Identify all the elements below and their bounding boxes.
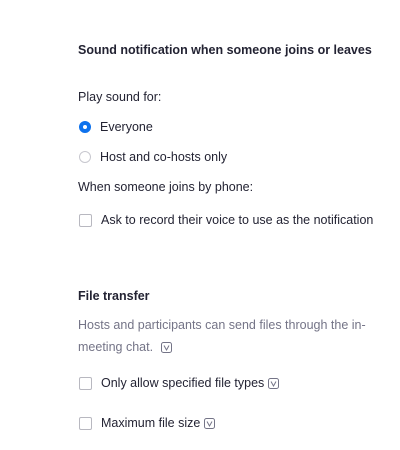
radio-option-everyone[interactable]: Everyone bbox=[79, 120, 153, 134]
file-transfer-description-line1: Hosts and participants can send files th… bbox=[78, 318, 366, 332]
file-transfer-title: File transfer bbox=[78, 289, 150, 303]
max-file-size-checkbox[interactable] bbox=[79, 416, 92, 430]
only-specified-types-checkbox[interactable] bbox=[79, 376, 92, 390]
file-transfer-description-line2-row: meeting chat. bbox=[78, 336, 398, 358]
max-file-size-label: Maximum file size bbox=[101, 416, 201, 430]
play-sound-label: Play sound for: bbox=[78, 90, 162, 104]
radio-option-host-cohosts[interactable]: Host and co-hosts only bbox=[79, 150, 227, 164]
only-specified-types-label: Only allow specified file types bbox=[101, 376, 265, 390]
max-file-size-option[interactable]: Maximum file size bbox=[79, 416, 216, 430]
info-icon[interactable] bbox=[268, 377, 280, 389]
radio-host-cohosts-label: Host and co-hosts only bbox=[100, 150, 228, 164]
radio-everyone[interactable] bbox=[79, 121, 91, 133]
info-icon[interactable] bbox=[204, 417, 216, 429]
info-icon[interactable] bbox=[160, 342, 172, 353]
radio-host-cohosts[interactable] bbox=[79, 151, 91, 163]
file-transfer-description-line2: meeting chat. bbox=[78, 340, 154, 354]
phone-join-label: When someone joins by phone: bbox=[78, 180, 254, 194]
sound-notification-title: Sound notification when someone joins or… bbox=[78, 43, 372, 57]
record-voice-checkbox[interactable] bbox=[79, 213, 92, 227]
record-voice-option[interactable]: Ask to record their voice to use as the … bbox=[79, 213, 373, 227]
radio-everyone-label: Everyone bbox=[100, 120, 153, 134]
record-voice-label: Ask to record their voice to use as the … bbox=[101, 213, 374, 227]
file-transfer-description: Hosts and participants can send files th… bbox=[78, 314, 398, 358]
only-specified-types-option[interactable]: Only allow specified file types bbox=[79, 376, 280, 390]
